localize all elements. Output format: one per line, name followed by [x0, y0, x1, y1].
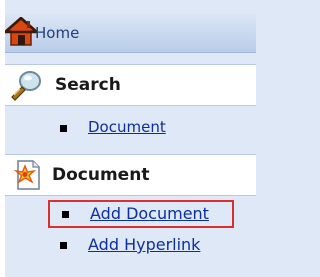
- magnifier-icon: [11, 71, 41, 101]
- home-label[interactable]: Home: [35, 24, 79, 42]
- bullet-icon: [60, 125, 67, 132]
- search-section-header: Search: [5, 64, 256, 106]
- home-icon: [5, 17, 37, 46]
- add-document-item[interactable]: Add Document: [48, 200, 234, 228]
- search-document-link[interactable]: Document: [88, 118, 166, 137]
- document-section-title: Document: [52, 165, 150, 185]
- search-section-title: Search: [55, 75, 121, 95]
- bullet-icon: [60, 242, 67, 249]
- add-hyperlink-link[interactable]: Add Hyperlink: [88, 235, 200, 254]
- new-document-icon: [13, 160, 40, 190]
- add-hyperlink-item[interactable]: Add Hyperlink: [46, 233, 236, 257]
- search-document-item[interactable]: Document: [46, 116, 226, 140]
- home-nav-item[interactable]: Home: [5, 14, 256, 53]
- bullet-icon: [62, 211, 69, 218]
- navigation-panel: Home Search Document Document Add Docume…: [0, 0, 256, 277]
- document-section-header: Document: [5, 154, 256, 196]
- add-document-link[interactable]: Add Document: [90, 204, 209, 223]
